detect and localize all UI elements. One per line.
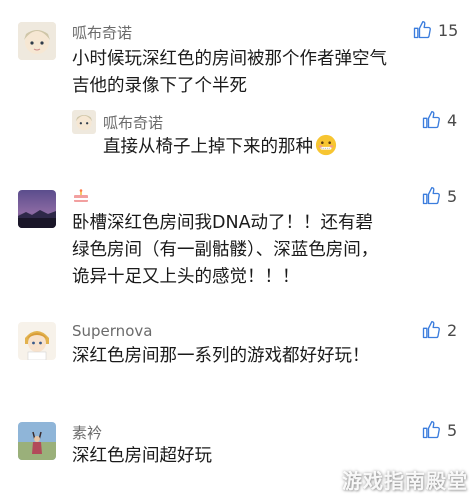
avatar[interactable] — [18, 322, 56, 360]
comment-text: 小时候玩深红色的房间被那个作者弹空气吉他的录像下了个半死 — [72, 49, 387, 96]
thumbs-up-icon — [422, 421, 440, 439]
comment-text: 卧槽深红色房间我DNA动了！！还有碧绿色房间（有一副骷髅）、深蓝色房间，诡异十足… — [72, 213, 379, 287]
thumbs-up-icon — [422, 187, 440, 205]
watermark: 游戏指南殿堂 — [342, 469, 468, 493]
thumbs-up-icon — [422, 111, 440, 129]
comment-text: 深红色房间那一系列的游戏都好好玩！ — [72, 346, 370, 366]
like-count: 15 — [438, 20, 459, 40]
like-count: 5 — [447, 186, 458, 206]
thumbs-up-icon — [413, 21, 431, 39]
like-button[interactable]: 5 — [421, 186, 457, 206]
like-count: 5 — [447, 420, 458, 440]
username[interactable]: Supernova — [72, 322, 152, 340]
like-button[interactable]: 4 — [421, 110, 457, 130]
username[interactable]: 呱布奇诺 — [72, 22, 132, 43]
like-button[interactable]: 15 — [412, 20, 458, 40]
comment-text: 深红色房间超好玩 — [72, 446, 212, 466]
like-button[interactable]: 2 — [421, 320, 457, 340]
avatar[interactable] — [18, 190, 56, 228]
like-count: 4 — [447, 110, 458, 130]
zipper-mouth-face-icon — [315, 134, 337, 156]
avatar[interactable] — [72, 110, 96, 134]
username[interactable]: 呱布奇诺 — [103, 112, 163, 133]
like-count: 2 — [447, 320, 458, 340]
username[interactable]: 素衿 — [72, 422, 102, 443]
cake-badge-icon — [73, 188, 89, 207]
comment-text: 直接从椅子上掉下来的那种 — [103, 134, 393, 161]
thumbs-up-icon — [422, 321, 440, 339]
avatar[interactable] — [18, 422, 56, 460]
avatar[interactable] — [18, 22, 56, 60]
like-button[interactable]: 5 — [421, 420, 457, 440]
comment-text-content: 直接从椅子上掉下来的那种 — [103, 137, 313, 157]
